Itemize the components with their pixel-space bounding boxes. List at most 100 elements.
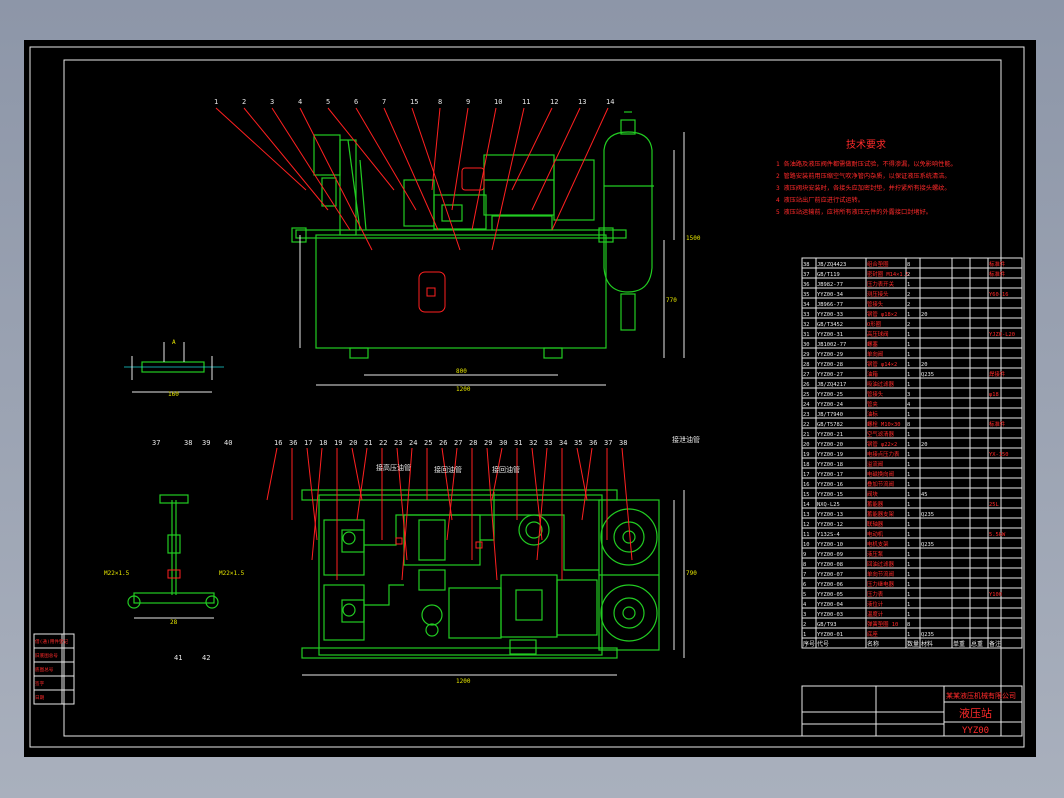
bom-cell: 联轴器 xyxy=(867,520,884,528)
bom-cell: Y100 xyxy=(989,592,1002,598)
bom-cell: YYZ00-10 xyxy=(817,542,843,548)
bom-cell: 高压球阀 xyxy=(867,330,889,338)
front-elevation-view xyxy=(291,111,685,386)
company-name: 某某液压机械有限公司 xyxy=(946,691,1016,700)
standpipe-detail xyxy=(127,494,219,619)
callout-bottom-38: 38 xyxy=(619,439,627,447)
bom-cell: Y60-16 xyxy=(989,292,1008,298)
bom-cell: YYZ00-34 xyxy=(817,292,843,298)
bom-cell: 空气滤清器 xyxy=(867,430,895,438)
bom-cell: YYZ00-19 xyxy=(817,452,843,458)
bom-cell: 螺栓 M10×30 xyxy=(867,420,901,428)
bom-cell: JB966-77 xyxy=(817,302,843,308)
bom-cell: 电动机 xyxy=(867,530,884,538)
callout-bottom-34: 34 xyxy=(559,439,567,447)
bom-cell: 1 xyxy=(907,592,910,598)
bom-cell: 25 xyxy=(803,392,810,398)
bom-cell: 36 xyxy=(803,282,810,288)
bom-cell: 3 xyxy=(803,612,806,618)
leader-bottom-16 xyxy=(266,447,278,501)
bom-cell: 单向阀 xyxy=(867,350,883,358)
bom-cell: YJZQ-L20 xyxy=(989,332,1015,338)
bom-cell: YYZ00-24 xyxy=(817,402,843,408)
bom-cell: YYZ00-27 xyxy=(817,372,843,378)
callout-top-14: 14 xyxy=(606,98,614,106)
callout-bottom-27: 27 xyxy=(454,439,462,447)
cad-drawing: 1200 800 1500 770 1 2 3 4 5 6 7 15 8 9 10 11 12 13 14 xyxy=(29,46,1025,748)
bom-cell: 液位计 xyxy=(867,600,884,608)
bom-cell: 1 xyxy=(907,472,910,478)
bom-header-cell: 数量 xyxy=(907,640,919,648)
bom-cell: 1 xyxy=(907,452,910,458)
bom-cell: 31 xyxy=(803,332,810,338)
bom-cell: 8 xyxy=(907,262,910,268)
callout-bottom-36: 36 xyxy=(589,439,597,447)
rev-label: 借(通)用件登记 xyxy=(35,638,69,645)
callout-top-7: 7 xyxy=(382,98,386,106)
bom-cell: 5 xyxy=(803,592,806,598)
plan-view xyxy=(301,489,685,676)
bom-header-cell: 材料 xyxy=(921,640,933,648)
bom-cell: 4 xyxy=(803,602,806,608)
callout-side-42: 42 xyxy=(202,654,210,662)
bom-cell: 1 xyxy=(907,442,910,448)
bom-cell: GB/T5782 xyxy=(817,422,843,428)
bom-cell: 38 xyxy=(803,262,810,268)
bom-cell: YYZ00-09 xyxy=(817,552,843,558)
bom-cell: 6 xyxy=(803,582,806,588)
bom-header-cell: 总重 xyxy=(971,640,983,648)
callout-top-10: 10 xyxy=(494,98,502,106)
bom-cell: 1 xyxy=(907,632,910,638)
bom-cell: GB/T93 xyxy=(817,622,836,628)
dim-side-width: 28 xyxy=(170,619,178,626)
bom-cell: 管接头 xyxy=(867,300,884,308)
tech-req-list: 1 各油路及液压阀件都需做耐压试验，不得渗漏，以免影响性能。 2 管路安装前用压缩… xyxy=(776,160,957,216)
bom-cell: 压力继电器 xyxy=(867,580,895,588)
bom-cell: YX-150 xyxy=(989,452,1008,458)
bom-cell: JB/ZQ4423 xyxy=(817,262,846,268)
accumulator xyxy=(603,131,653,293)
leader-top-13 xyxy=(531,107,581,211)
drawing-code: YYZ00 xyxy=(962,726,989,736)
bom-cell: 测压接头 xyxy=(867,290,889,298)
bom-cell: Q235 xyxy=(921,542,934,548)
bom-cell: GB/T3452 xyxy=(817,322,843,328)
callout-side-40: 40 xyxy=(224,439,232,447)
drawing-name: 液压站 xyxy=(959,706,992,720)
bom-cell: JB/ZQ4217 xyxy=(817,382,846,388)
bom-cell: GB/T119 xyxy=(817,272,840,278)
bom-cell: 1 xyxy=(907,352,910,358)
bom-cell: 30 xyxy=(803,342,810,348)
tank-lid xyxy=(295,229,627,239)
bom-cell: 45 xyxy=(921,492,928,498)
bom-cell: JB/T7940 xyxy=(817,412,843,418)
bom-cell: 蓄能器支架 xyxy=(867,510,895,518)
drawing-sheet: 1200 800 1500 770 1 2 3 4 5 6 7 15 8 9 10 11 12 13 14 xyxy=(24,40,1036,757)
bom-cell: Q235 xyxy=(921,512,934,518)
callout-bottom-36: 36 xyxy=(289,439,297,447)
callout-bottom-26: 26 xyxy=(439,439,447,447)
bom-cell: 22 xyxy=(803,422,810,428)
callout-side-37: 37 xyxy=(152,439,160,447)
callout-bottom-35: 35 xyxy=(574,439,582,447)
bom-cell: 11 xyxy=(803,532,810,538)
dim-detail-width: 160 xyxy=(168,391,179,398)
leader-top-1 xyxy=(215,107,307,191)
bottom-view-callouts: 16 36 17 18 19 20 21 22 23 24 25 26 27 28 29 30 31 32 33 34… xyxy=(266,439,633,581)
bom-cell: Q235 xyxy=(921,372,934,378)
bom-cell: 37 xyxy=(803,272,810,278)
bom-cell: 1 xyxy=(907,502,910,508)
bom-cell: φ18 xyxy=(989,392,999,398)
bom-cell: 1 xyxy=(907,362,910,368)
bom-cell: 单向节流阀 xyxy=(867,570,894,578)
left-revision-block: 借(通)用件登记旧底图总号底图总号签字日期 xyxy=(33,633,75,705)
bom-cell: YYZ00-06 xyxy=(817,582,843,588)
rev-label: 底图总号 xyxy=(35,666,54,673)
bom-cell: 密封圈 M14×1.5 xyxy=(867,270,909,278)
callout-bottom-23: 23 xyxy=(394,439,402,447)
callout-bottom-32: 32 xyxy=(529,439,537,447)
bom-cell: 压力表开关 xyxy=(867,280,895,288)
callout-bottom-24: 24 xyxy=(409,439,417,447)
bom-cell: 标准件 xyxy=(989,420,1006,428)
leader-top-12 xyxy=(511,107,553,191)
